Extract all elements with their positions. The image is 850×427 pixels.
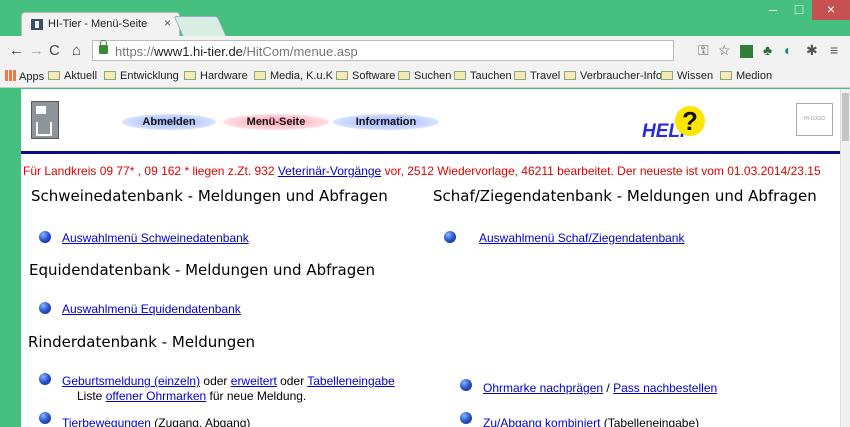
bookmark-folder[interactable]: Aktuell [48, 70, 97, 82]
rinder-section-title: Rinderdatenbank - Meldungen [28, 333, 256, 351]
bookmark-folder[interactable]: Medion [720, 70, 772, 82]
menue-seite-button[interactable]: Menü-Seite [223, 114, 329, 130]
window-minimize-button[interactable]: – [760, 0, 786, 20]
extension-cast-icon[interactable]: ◐ [784, 42, 792, 58]
folder-icon [454, 71, 466, 80]
schwein-section-title: Schweinedatenbank - Meldungen und Abfrag… [31, 187, 388, 205]
key-icon[interactable]: ⚿ [698, 42, 709, 59]
oder-text: oder [276, 374, 308, 388]
reload-icon[interactable]: C [49, 42, 60, 59]
bookmark-folder[interactable]: Tauchen [454, 70, 512, 82]
hi-tier-favicon-icon [31, 19, 43, 30]
header-divider [21, 151, 840, 154]
zuabgang-link[interactable]: Zu/Abgang kombiniert [483, 416, 600, 427]
geburtsmeldung-row: Geburtsmeldung (einzeln) oder erweitert … [62, 374, 395, 388]
abmelden-button[interactable]: Abmelden [122, 114, 216, 130]
bookmark-folder[interactable]: Hardware [184, 70, 248, 82]
zuabgang-text: (Tabelleneingabe) [600, 416, 700, 427]
browser-titlebar: HI-Tier - Menü-Seite × – □ × [0, 0, 850, 36]
bullet-icon [39, 373, 51, 385]
information-button[interactable]: Information [333, 114, 439, 130]
schaf-section-title: Schaf/Ziegendatenbank - Meldungen und Ab… [433, 187, 817, 205]
bullet-icon [460, 379, 472, 391]
window-close-button[interactable]: × [812, 0, 850, 20]
geburtsmeldung-link[interactable]: Geburtsmeldung (einzeln) [62, 374, 200, 388]
bookmark-folder[interactable]: Software [336, 70, 395, 82]
extension-green-icon[interactable] [740, 45, 753, 58]
bullet-icon [39, 412, 51, 424]
menu-icon[interactable]: ≡ [830, 42, 838, 58]
veterinaer-vorgaenge-link[interactable]: Veterinär-Vorgänge [278, 164, 381, 178]
tab-title: HI-Tier - Menü-Seite [48, 18, 148, 30]
folder-icon [661, 71, 673, 80]
bookmark-folder[interactable]: Verbraucher-Info [564, 70, 662, 82]
extension-plant-icon[interactable]: ♣ [763, 42, 772, 58]
folder-icon [398, 71, 410, 80]
schaf-menu-link[interactable]: Auswahlmenü Schaf/Ziegendatenbank [479, 231, 684, 245]
liste-text: Liste [77, 389, 106, 403]
zuabgang-row: Zu/Abgang kombiniert (Tabelleneingabe) [483, 416, 699, 427]
back-arrow-icon[interactable]: ← [9, 42, 24, 59]
ohrmarken-row: Liste offener Ohrmarken für neue Meldung… [77, 389, 306, 403]
notice-text: vor, 2512 Wiedervorlage, 46211 bearbeite… [381, 164, 821, 178]
gear-icon[interactable]: ✱ [806, 42, 818, 59]
question-mark-icon: ? [675, 106, 705, 136]
tierbewegungen-text: (Zugang, Abgang) [150, 416, 251, 427]
slash-text: / [603, 381, 614, 395]
url-text: https://www1.hi-tier.de/HitCom/menue.asp [115, 44, 358, 59]
tierbewegungen-row: Tierbewegungen (Zugang, Abgang) [62, 416, 250, 427]
browser-tab[interactable]: HI-Tier - Menü-Seite × [21, 12, 180, 36]
tab-close-icon[interactable]: × [164, 16, 171, 30]
folder-icon [48, 71, 60, 80]
lock-icon [99, 40, 108, 54]
ohrmarke-nachpraegen-link[interactable]: Ohrmarke nachprägen [483, 381, 603, 395]
address-bar[interactable]: https://www1.hi-tier.de/HitCom/menue.asp [92, 40, 674, 61]
new-tab-button[interactable] [173, 16, 227, 36]
folder-icon [564, 71, 576, 80]
oder-text: oder [200, 374, 231, 388]
schwein-menu-link[interactable]: Auswahlmenü Schweinedatenbank [62, 231, 249, 245]
pass-nachbestellen-link[interactable]: Pass nachbestellen [613, 381, 717, 395]
folder-icon [514, 71, 526, 80]
forward-arrow-icon[interactable]: → [29, 42, 44, 59]
bookmark-folder[interactable]: Travel [514, 70, 560, 82]
bookmark-star-icon[interactable]: ☆ [718, 42, 731, 59]
folder-icon [104, 71, 116, 80]
page-content: Abmelden Menü-Seite Information HELP ? H… [21, 89, 840, 427]
scrollbar-thumb[interactable] [842, 93, 849, 141]
partner-logo: HI-LOGO [796, 103, 833, 136]
liste-text: für neue Meldung. [206, 389, 307, 403]
window-maximize-button[interactable]: □ [786, 0, 812, 20]
erweitert-link[interactable]: erweitert [231, 374, 277, 388]
bookmarks-bar: Apps Aktuell Entwicklung Hardware Media,… [0, 66, 850, 88]
equiden-section-title: Equidendatenbank - Meldungen und Abfrage… [29, 261, 375, 279]
equiden-menu-link[interactable]: Auswahlmenü Equidendatenbank [62, 302, 241, 316]
hi-tier-logo [31, 101, 59, 139]
folder-icon [254, 71, 266, 80]
bullet-icon [444, 231, 456, 243]
apps-grid-icon [5, 70, 16, 81]
bullet-icon [39, 231, 51, 243]
bookmark-folder[interactable]: Media, K.u.K [254, 70, 333, 82]
notice-text: Für Landkreis 09 77* , 09 162 * liegen z… [23, 164, 278, 178]
bookmark-folder[interactable]: Entwicklung [104, 70, 179, 82]
offene-ohrmarken-link[interactable]: offener Ohrmarken [106, 389, 207, 403]
folder-icon [720, 71, 732, 80]
bookmark-folder[interactable]: Wissen [661, 70, 713, 82]
bullet-icon [39, 302, 51, 314]
browser-toolbar: ← → C ⌂ https://www1.hi-tier.de/HitCom/m… [0, 36, 850, 66]
page-scrollbar[interactable] [840, 89, 850, 427]
bookmark-folder[interactable]: Suchen [398, 70, 451, 82]
status-notice: Für Landkreis 09 77* , 09 162 * liegen z… [23, 164, 821, 178]
tierbewegungen-link[interactable]: Tierbewegungen [62, 416, 151, 427]
folder-icon [184, 71, 196, 80]
home-icon[interactable]: ⌂ [72, 42, 81, 59]
tabelleneingabe-link[interactable]: Tabelleneingabe [307, 374, 394, 388]
folder-icon [336, 71, 348, 80]
ohrmarke-row: Ohrmarke nachprägen / Pass nachbestellen [483, 381, 717, 395]
bookmark-apps[interactable]: Apps [5, 70, 44, 83]
bullet-icon [460, 412, 472, 424]
